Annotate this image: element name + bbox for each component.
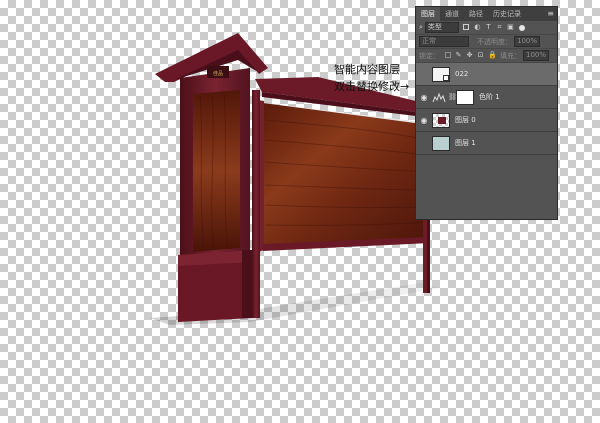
layer-name[interactable]: 色阶 1 [479,92,500,102]
visibility-eye-icon[interactable]: ◉ [418,70,430,79]
tab-history[interactable]: 历史记录 [488,7,526,21]
layer-mask-thumbnail[interactable] [456,89,474,105]
panel-menu-icon[interactable]: ≡ [547,7,554,21]
tab-layers[interactable]: 图层 [416,7,440,21]
panel-tabs: 图层 通道 路径 历史记录 ≡ [416,7,557,21]
lock-paint-icon[interactable]: ✎ [455,52,462,59]
blend-mode-select[interactable]: 正常 [419,36,469,47]
fill-label: 填充： [500,51,521,60]
pixel-layer-filter-icon[interactable] [463,24,470,31]
adjustment-filter-icon[interactable]: ◐ [474,24,481,31]
opacity-label: 不透明度： [477,37,512,46]
visibility-eye-icon[interactable]: ◉ [418,116,430,125]
layers-panel: 图层 通道 路径 历史记录 ≡ ⌕ 类型 ◐ T ⌗ ▣ 正常 不透明度： 10… [415,6,558,220]
filter-row: ⌕ 类型 ◐ T ⌗ ▣ [416,21,557,35]
tab-channels[interactable]: 通道 [440,7,464,21]
tab-paths[interactable]: 路径 [464,7,488,21]
layer-thumbnail[interactable] [432,112,450,128]
visibility-eye-icon[interactable]: ◉ [418,139,430,148]
fill-field[interactable]: 100% [523,50,550,61]
lock-label: 锁定： [419,51,440,60]
layer-row-levels[interactable]: ◉ ⛓ 色阶 1 [416,86,557,109]
center-leg [252,90,260,318]
levels-adjustment-icon[interactable] [432,91,446,103]
smart-object-badge-icon [443,74,449,81]
canvas-transparency: 佳品 智能内容图层 双击替换修改→ 图层 通道 路径 历史记录 ≡ ⌕ 类型 ◐… [0,0,600,423]
lock-row: 锁定： ✎ ✥ ⊡ 🔒 填充： 100% [416,49,557,63]
smart-object-thumbnail[interactable] [432,66,450,82]
post-wood-panel [193,90,240,252]
layer-row-layer1[interactable]: ◉ 图层 1 [416,132,557,155]
annotation-line-2: 双击替换修改→ [334,80,410,93]
blend-row: 正常 不透明度： 100% [416,35,557,49]
link-chain-icon[interactable]: ⛓ [448,93,457,101]
lock-all-icon[interactable]: 🔒 [488,52,497,59]
layer-thumbnail[interactable] [432,135,450,151]
lock-artboard-icon[interactable]: ⊡ [477,52,484,59]
search-icon: ⌕ [419,23,423,31]
filter-kind-select[interactable]: 类型 [424,22,459,33]
layer-name[interactable]: 图层 0 [455,115,476,125]
visibility-eye-icon[interactable]: ◉ [418,93,430,102]
shape-filter-icon[interactable]: ⌗ [496,24,503,31]
lock-transparency-icon[interactable] [444,52,451,59]
type-filter-icon[interactable]: T [485,24,492,31]
layer-row-layer0[interactable]: ◉ 图层 0 [416,109,557,132]
layer-row-022[interactable]: ◉ 022 [416,63,557,86]
annotation-line-1: 智能内容图层 [334,63,400,76]
layers-list: ◉ 022 ◉ ⛓ 色阶 1 ◉ 图层 0 [416,63,557,155]
layer-name[interactable]: 图层 1 [455,138,476,148]
smart-object-filter-icon[interactable]: ▣ [507,24,514,31]
filter-toggle-icon[interactable] [518,24,525,31]
board-thumbnail-icon [438,116,446,124]
opacity-field[interactable]: 100% [514,36,541,47]
svg-text:佳品: 佳品 [213,70,223,77]
layer-name[interactable]: 022 [455,70,468,78]
lock-move-icon[interactable]: ✥ [466,52,473,59]
